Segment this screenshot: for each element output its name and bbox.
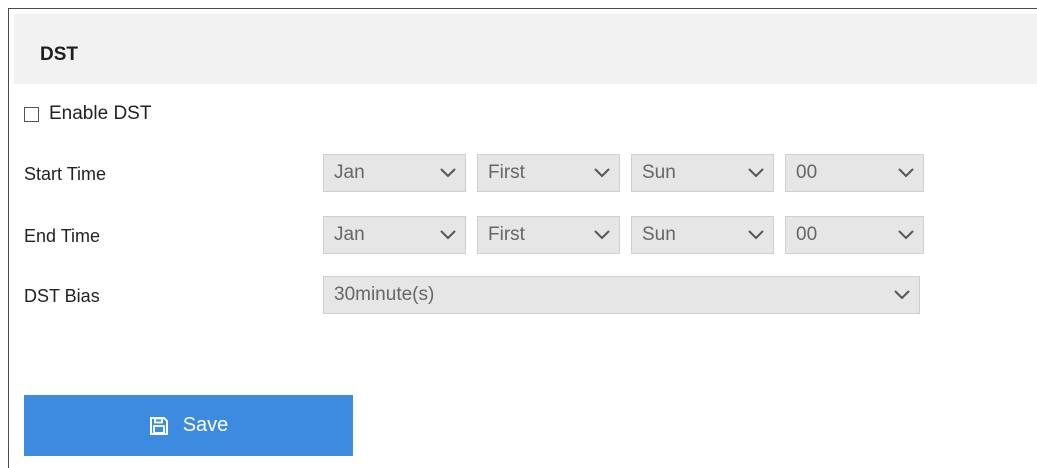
enable-dst-checkbox[interactable]: [24, 106, 39, 122]
start-month-value: Jan: [334, 162, 365, 183]
chevron-down-icon: [889, 217, 923, 253]
end-hour-value: 00: [796, 224, 818, 245]
chevron-down-icon: [885, 277, 919, 313]
dst-bias-label: DST Bias: [24, 286, 100, 306]
enable-dst-label: Enable DST: [49, 103, 152, 124]
chevron-down-icon: [739, 217, 773, 253]
chevron-down-icon: [585, 217, 619, 253]
chevron-down-icon: [739, 155, 773, 191]
section-header: [14, 14, 1037, 84]
start-hour-value: 00: [796, 162, 818, 183]
start-week-select[interactable]: First: [477, 154, 620, 192]
section-title: DST: [40, 44, 78, 65]
start-week-value: First: [488, 162, 525, 183]
end-month-value: Jan: [334, 224, 365, 245]
save-icon: [149, 416, 169, 436]
enable-dst-row[interactable]: Enable DST: [24, 100, 151, 128]
dst-bias-select[interactable]: 30minute(s): [323, 276, 920, 314]
start-month-select[interactable]: Jan: [323, 154, 466, 192]
end-day-select[interactable]: Sun: [631, 216, 774, 254]
start-day-value: Sun: [642, 162, 676, 183]
start-time-label: Start Time: [24, 164, 107, 184]
chevron-down-icon: [431, 217, 465, 253]
chevron-down-icon: [889, 155, 923, 191]
end-hour-select[interactable]: 00: [785, 216, 924, 254]
start-hour-select[interactable]: 00: [785, 154, 924, 192]
chevron-down-icon: [585, 155, 619, 191]
end-day-value: Sun: [642, 224, 676, 245]
save-button[interactable]: Save: [24, 395, 353, 456]
chevron-down-icon: [431, 155, 465, 191]
end-week-value: First: [488, 224, 525, 245]
save-label: Save: [182, 414, 229, 436]
end-month-select[interactable]: Jan: [323, 216, 466, 254]
dst-bias-value: 30minute(s): [334, 284, 435, 305]
end-time-label: End Time: [24, 226, 101, 246]
end-week-select[interactable]: First: [477, 216, 620, 254]
start-day-select[interactable]: Sun: [631, 154, 774, 192]
